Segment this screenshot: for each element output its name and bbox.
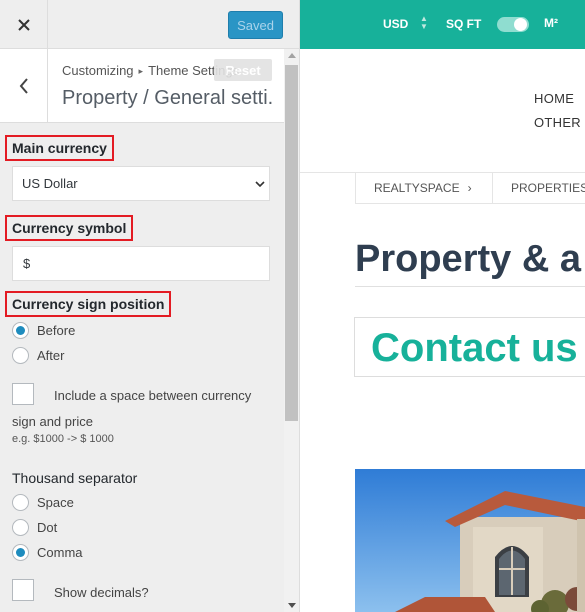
reset-label: Reset <box>225 62 261 78</box>
radio-comma[interactable]: Comma <box>12 542 83 562</box>
currency-symbol-value: $ <box>23 256 31 271</box>
breadcrumb-properties[interactable]: PROPERTIES <box>493 173 585 203</box>
currency-sign-position-label: Currency sign position <box>4 291 172 317</box>
show-decimals-label: Show decimals? <box>54 585 149 600</box>
unit-sqft-label: SQ FT <box>446 17 482 31</box>
customizer-header: Saved <box>0 0 299 49</box>
customizer-sidebar: Saved Customizing ▸ Theme Settings Reset P… <box>0 0 300 612</box>
radio-after-control[interactable] <box>12 346 29 364</box>
main-currency-value: US Dollar <box>22 176 78 191</box>
chevron-right-icon: › <box>467 181 472 195</box>
breadcrumb-realtyspace[interactable]: REALTYSPACE › <box>356 173 493 203</box>
heading-divider <box>355 286 585 287</box>
nav-item-other[interactable]: OTHER <box>534 115 581 130</box>
sort-arrows-icon[interactable]: ▲ ▼ <box>420 15 428 31</box>
radio-space[interactable]: Space <box>12 492 74 512</box>
radio-before[interactable]: Before <box>12 320 75 340</box>
chevron-left-icon <box>19 78 28 94</box>
controls-panel: Main currency US Dollar Currency symbol … <box>0 123 284 612</box>
section-header: Customizing ▸ Theme Settings Reset Propert… <box>0 49 284 123</box>
radio-dot-label: Dot <box>37 519 58 535</box>
radio-space-label: Space <box>37 494 74 510</box>
main-nav: HOME OTHER <box>300 49 585 173</box>
back-button[interactable] <box>0 49 48 123</box>
unit-m2-label: M² <box>544 16 558 30</box>
radio-dot-control[interactable] <box>12 518 29 536</box>
breadcrumb-separator-icon: ▸ <box>138 66 144 76</box>
property-photo <box>355 469 585 612</box>
currency-switcher[interactable]: USD <box>383 17 408 31</box>
space-checkbox-description: e.g. $1000 -> $ 1000 <box>12 433 114 445</box>
contact-title: Contact us <box>371 326 578 370</box>
radio-before-label: Before <box>37 322 76 338</box>
radio-comma-label: Comma <box>37 544 83 560</box>
save-button[interactable]: Saved <box>228 11 283 39</box>
section-title: Property / General setti... <box>62 87 272 109</box>
scroll-thumb[interactable] <box>285 65 298 421</box>
radio-dot[interactable]: Dot <box>12 517 57 537</box>
site-topbar: USD ▲ ▼ SQ FT M² <box>300 0 585 49</box>
scroll-down-icon[interactable] <box>288 603 296 608</box>
page-breadcrumb: REALTYSPACE › PROPERTIES <box>355 173 585 204</box>
thousand-separator-label: Thousand separator <box>12 470 138 486</box>
scroll-up-icon[interactable] <box>288 53 296 58</box>
currency-symbol-label: Currency symbol <box>4 215 134 241</box>
space-checkbox-label-line2: sign and price <box>12 414 93 429</box>
radio-comma-control[interactable] <box>12 543 29 561</box>
page-title: Property & a <box>355 238 581 280</box>
contact-widget: Contact us <box>354 317 585 377</box>
reset-button[interactable]: Reset <box>214 59 272 81</box>
radio-before-control[interactable] <box>12 321 29 339</box>
breadcrumb-root: Customizing <box>62 63 134 78</box>
radio-after-label: After <box>37 347 65 363</box>
sidebar-scrollbar[interactable] <box>284 49 299 612</box>
toggle-knob <box>514 18 527 31</box>
close-button[interactable] <box>0 0 48 49</box>
space-checkbox-label-line1: Include a space between currency <box>54 388 252 403</box>
breadcrumb: Customizing ▸ Theme Settings <box>62 63 239 78</box>
close-icon <box>17 18 30 31</box>
site-preview: USD ▲ ▼ SQ FT M² HOME OTHER REALTYSPACE ›… <box>300 0 585 612</box>
radio-after[interactable]: After <box>12 345 64 365</box>
radio-space-control[interactable] <box>12 493 29 511</box>
currency-symbol-input[interactable]: $ <box>12 246 270 281</box>
breadcrumb-realtyspace-label: REALTYSPACE <box>374 181 460 195</box>
unit-toggle[interactable] <box>497 17 529 32</box>
nav-item-home[interactable]: HOME <box>534 91 574 106</box>
chevron-down-icon <box>251 167 269 200</box>
property-photo-image <box>355 469 585 612</box>
space-checkbox[interactable] <box>12 383 34 405</box>
main-currency-select[interactable]: US Dollar <box>12 166 270 201</box>
main-currency-label: Main currency <box>5 135 114 161</box>
show-decimals-checkbox[interactable] <box>12 579 34 601</box>
